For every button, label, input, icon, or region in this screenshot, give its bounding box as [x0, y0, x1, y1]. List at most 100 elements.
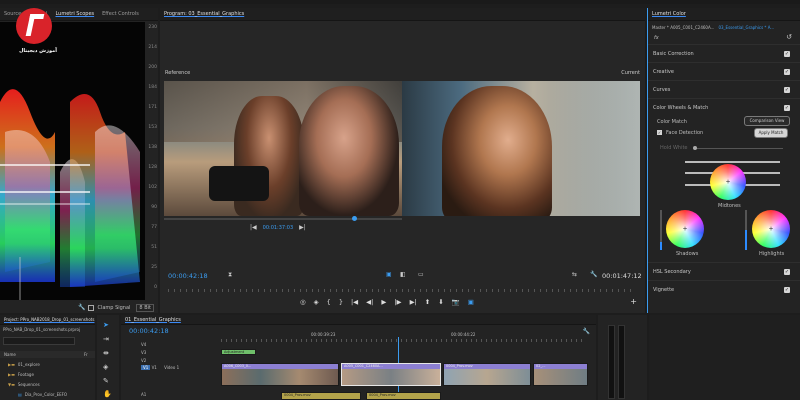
razor-tool-icon[interactable]: ◈: [103, 363, 108, 371]
ref-step-forward-icon[interactable]: ▶|: [299, 224, 306, 231]
highlights-slider[interactable]: [745, 210, 747, 250]
timeline-ruler[interactable]: [221, 339, 583, 342]
hold-white-slider[interactable]: [693, 146, 783, 150]
adjustment-clip[interactable]: Adjustment: [221, 349, 256, 355]
highlights-wheel[interactable]: +: [752, 210, 790, 248]
master-clip-label[interactable]: Master * A005_C001_C2460A...: [652, 25, 714, 33]
swap-icon[interactable]: ⇆: [572, 271, 577, 278]
sequence-clip-label[interactable]: 03_Essential_Graphics * A...: [718, 25, 774, 33]
timeline-tab[interactable]: 01_Essential_Graphics: [125, 317, 181, 323]
project-item-explore[interactable]: ▶▬ 01_explore: [8, 362, 40, 367]
settings-wrench-icon[interactable]: 🔧: [590, 271, 597, 278]
transport-controls: ◎ ◈ { } |◀ ◀| ▶ |▶ ▶| ⬆ ⬇ 📷 ▣: [300, 298, 474, 306]
video-clip-1[interactable]: A006_C003_0...: [221, 363, 339, 386]
go-to-in-icon[interactable]: |◀: [351, 298, 358, 306]
workspace-bar: [0, 0, 800, 4]
project-column-header: Name Fr: [0, 351, 95, 358]
lumetri-tabbar: Lumetri Color: [648, 8, 800, 21]
project-item-sequences[interactable]: ▼▬ Sequences: [8, 382, 40, 387]
curves-checkbox[interactable]: ✓: [784, 86, 790, 93]
section-hsl-secondary[interactable]: HSL Secondary ✓: [648, 262, 800, 280]
split-view-icon[interactable]: ▭: [418, 271, 424, 278]
face-detection-label: Face Detection: [666, 130, 704, 136]
ref-playhead-icon[interactable]: [352, 216, 357, 221]
reference-scrubber[interactable]: [164, 216, 402, 221]
add-button-icon[interactable]: +: [630, 297, 637, 306]
shadows-wheel[interactable]: +: [666, 210, 704, 248]
program-title[interactable]: Program: 03_Essential_Graphics: [164, 11, 244, 17]
in-point-icon[interactable]: {: [327, 298, 331, 306]
col-frame-rate[interactable]: Fr: [84, 352, 88, 357]
bit-depth-select[interactable]: 8 Bit: [136, 303, 154, 312]
out-point-icon[interactable]: }: [339, 298, 343, 306]
program-time-ruler[interactable]: [168, 289, 636, 292]
program-monitor: Program: 03_Essential_Graphics Reference…: [160, 8, 645, 313]
audio-clip-1[interactable]: 0004_Prov.mov: [281, 392, 361, 400]
step-back-icon[interactable]: ◀|: [366, 298, 373, 306]
reset-icon[interactable]: ↺: [786, 33, 792, 41]
current-light-bg: [550, 81, 640, 216]
section-color-wheels[interactable]: Color Wheels & Match ✓: [648, 98, 800, 116]
marker-icon[interactable]: ⧗: [228, 271, 232, 279]
v1-target[interactable]: V1: [141, 365, 151, 370]
section-basic-correction[interactable]: Basic Correction ✓: [648, 44, 800, 62]
track-select-icon[interactable]: ⇥: [103, 335, 109, 343]
clamp-checkbox[interactable]: [88, 304, 95, 311]
project-item-sequence[interactable]: ▤ Dia_Prov_Color_EEFO: [18, 392, 67, 397]
hold-white-handle[interactable]: [693, 146, 697, 150]
program-timecode[interactable]: 00:00:42:18: [168, 272, 208, 280]
export-frame-icon[interactable]: 📷: [452, 298, 460, 306]
video-clip-4[interactable]: 02_...: [533, 363, 588, 386]
ripple-edit-icon[interactable]: ⇼: [103, 349, 109, 357]
lift-icon[interactable]: ⬆: [425, 298, 430, 306]
video-clip-2[interactable]: A005_C001_C2460A...: [341, 363, 441, 386]
lumetri-title[interactable]: Lumetri Color: [652, 11, 686, 17]
reference-controls: |◀ 00:01:37:03 ▶|: [250, 224, 306, 231]
comparison-toggle-icon[interactable]: ▣: [468, 298, 474, 306]
hsl-secondary-checkbox[interactable]: ✓: [784, 268, 790, 275]
selection-tool-icon[interactable]: ➤: [103, 321, 109, 329]
ref-timecode[interactable]: 00:01:37:03: [263, 225, 294, 231]
timeline-wrench-icon[interactable]: 🔧: [583, 328, 590, 335]
step-forward-icon[interactable]: |▶: [394, 298, 401, 306]
scale-25: 25: [151, 265, 157, 270]
folder-icon: ▶▬: [8, 372, 15, 377]
play-icon[interactable]: ▶: [381, 298, 386, 306]
scale-77: 77: [151, 225, 157, 230]
shadows-slider[interactable]: [660, 210, 662, 250]
pen-tool-icon[interactable]: ✎: [103, 377, 109, 385]
creative-checkbox[interactable]: ✓: [784, 68, 790, 75]
side-by-side-icon[interactable]: ◧: [400, 271, 406, 278]
vignette-checkbox[interactable]: ✓: [784, 286, 790, 293]
extract-icon[interactable]: ⬇: [438, 298, 443, 306]
ref-step-back-icon[interactable]: |◀: [250, 224, 257, 231]
basic-correction-checkbox[interactable]: ✓: [784, 50, 790, 57]
face-detection-checkbox[interactable]: ✓: [657, 130, 662, 135]
section-vignette[interactable]: Vignette ✓: [648, 280, 800, 298]
hand-tool-icon[interactable]: ✋: [103, 390, 112, 398]
go-to-out-icon[interactable]: ▶|: [410, 298, 417, 306]
section-creative[interactable]: Creative ✓: [648, 62, 800, 80]
col-name[interactable]: Name: [4, 352, 16, 357]
section-curves[interactable]: Curves ✓: [648, 80, 800, 98]
tab-effect-controls[interactable]: Effect Controls: [102, 11, 139, 17]
color-wheels-checkbox[interactable]: ✓: [784, 104, 790, 111]
comparison-view-button[interactable]: Comparison View: [744, 116, 790, 126]
project-item-footage[interactable]: ▶▬ Footage: [8, 372, 34, 377]
compare-view-icon[interactable]: ▣: [386, 271, 392, 278]
project-search-field[interactable]: [3, 337, 75, 345]
scale-138: 138: [148, 145, 157, 150]
logo-caption: آموزش دیجیتال: [19, 48, 57, 54]
audio-clip-2[interactable]: 0004_Prov.mov: [366, 392, 441, 400]
clip-label: A005_C001_C2460A...: [344, 364, 383, 368]
timeline-timecode[interactable]: 00:00:42:18: [129, 327, 169, 335]
project-tab[interactable]: Project: PPro_NAB2018_Drop_01_screenshot…: [4, 317, 94, 322]
track-id: V2: [141, 358, 147, 363]
eye-icon[interactable]: ◎: [300, 298, 306, 306]
wrench-icon[interactable]: 🔧: [78, 304, 85, 311]
video-clip-3[interactable]: 0004_Prov.mov: [443, 363, 531, 386]
midtones-wheel[interactable]: +: [710, 164, 746, 200]
marker-add-icon[interactable]: ◈: [314, 298, 319, 306]
apply-match-button[interactable]: Apply Match: [754, 128, 788, 138]
timeline-panel: 01_Essential_Graphics 00:00:42:18 00:00:…: [121, 315, 596, 400]
